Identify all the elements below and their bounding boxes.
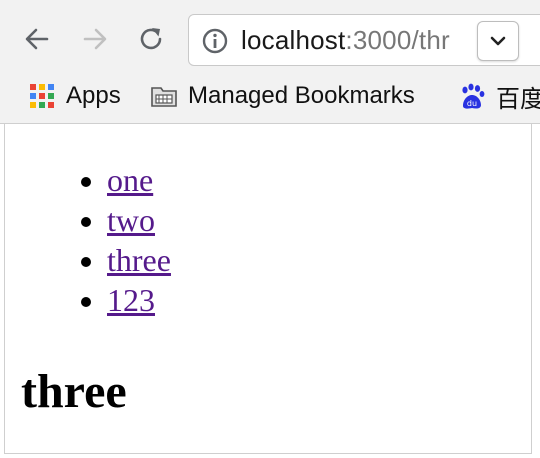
info-icon[interactable]	[201, 27, 229, 55]
svg-text:du: du	[467, 99, 477, 108]
folder-icon	[151, 87, 177, 107]
address-bar[interactable]: localhost:3000/thr	[188, 14, 540, 66]
nav-link-list: one two three 123	[5, 160, 171, 320]
browser-chrome: localhost:3000/thr Apps Managed Bookmark…	[0, 0, 540, 124]
reload-button[interactable]	[132, 20, 170, 58]
link-123[interactable]: 123	[107, 282, 155, 318]
address-path: :3000/thr	[345, 25, 450, 55]
bookmark-label: 百度	[496, 85, 540, 113]
link-three[interactable]: three	[107, 242, 171, 278]
apps-grid-icon	[30, 84, 54, 108]
baidu-paw-icon: du	[462, 83, 485, 109]
arrow-right-icon	[83, 28, 107, 50]
chevron-down-icon	[490, 36, 506, 46]
arrow-left-icon	[25, 28, 49, 50]
bookmark-managed-bookmarks[interactable]: Managed Bookmarks	[150, 80, 415, 112]
address-dropdown-button[interactable]	[477, 21, 519, 61]
address-text[interactable]: localhost:3000/thr	[241, 25, 450, 56]
back-button[interactable]	[18, 20, 56, 58]
bookmark-baidu[interactable]: du 百度	[458, 80, 540, 113]
bookmark-apps[interactable]: Apps	[28, 80, 121, 112]
page-heading: three	[21, 365, 127, 418]
list-item: one	[107, 160, 171, 200]
bookmark-label: Apps	[66, 82, 121, 109]
reload-icon	[140, 28, 162, 50]
link-two[interactable]: two	[107, 202, 155, 238]
list-item: three	[107, 240, 171, 280]
address-host: localhost	[241, 25, 346, 55]
bookmark-label: Managed Bookmarks	[188, 82, 415, 109]
list-item: 123	[107, 280, 171, 320]
list-item: two	[107, 200, 171, 240]
forward-button[interactable]	[76, 20, 114, 58]
link-one[interactable]: one	[107, 162, 153, 198]
bookmarks-bar: Apps Managed Bookmarks du 百度	[0, 76, 540, 116]
page-content: one two three 123 three	[4, 124, 532, 454]
